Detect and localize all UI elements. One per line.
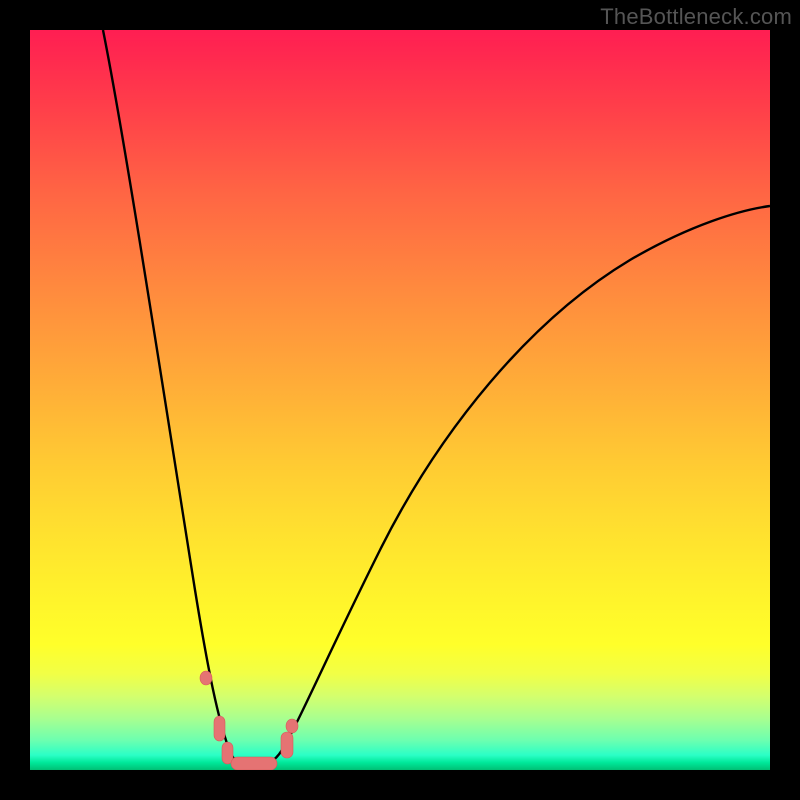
marker-pill [214, 716, 225, 741]
outer-frame: TheBottleneck.com [0, 0, 800, 800]
attribution-text: TheBottleneck.com [600, 4, 792, 30]
marker-group [200, 671, 298, 770]
plot-area [30, 30, 770, 770]
marker-dot [286, 719, 298, 733]
marker-pill [231, 757, 277, 770]
bottleneck-curve [103, 30, 770, 767]
curve-layer [30, 30, 770, 770]
marker-dot [200, 671, 212, 685]
marker-pill [281, 732, 293, 758]
